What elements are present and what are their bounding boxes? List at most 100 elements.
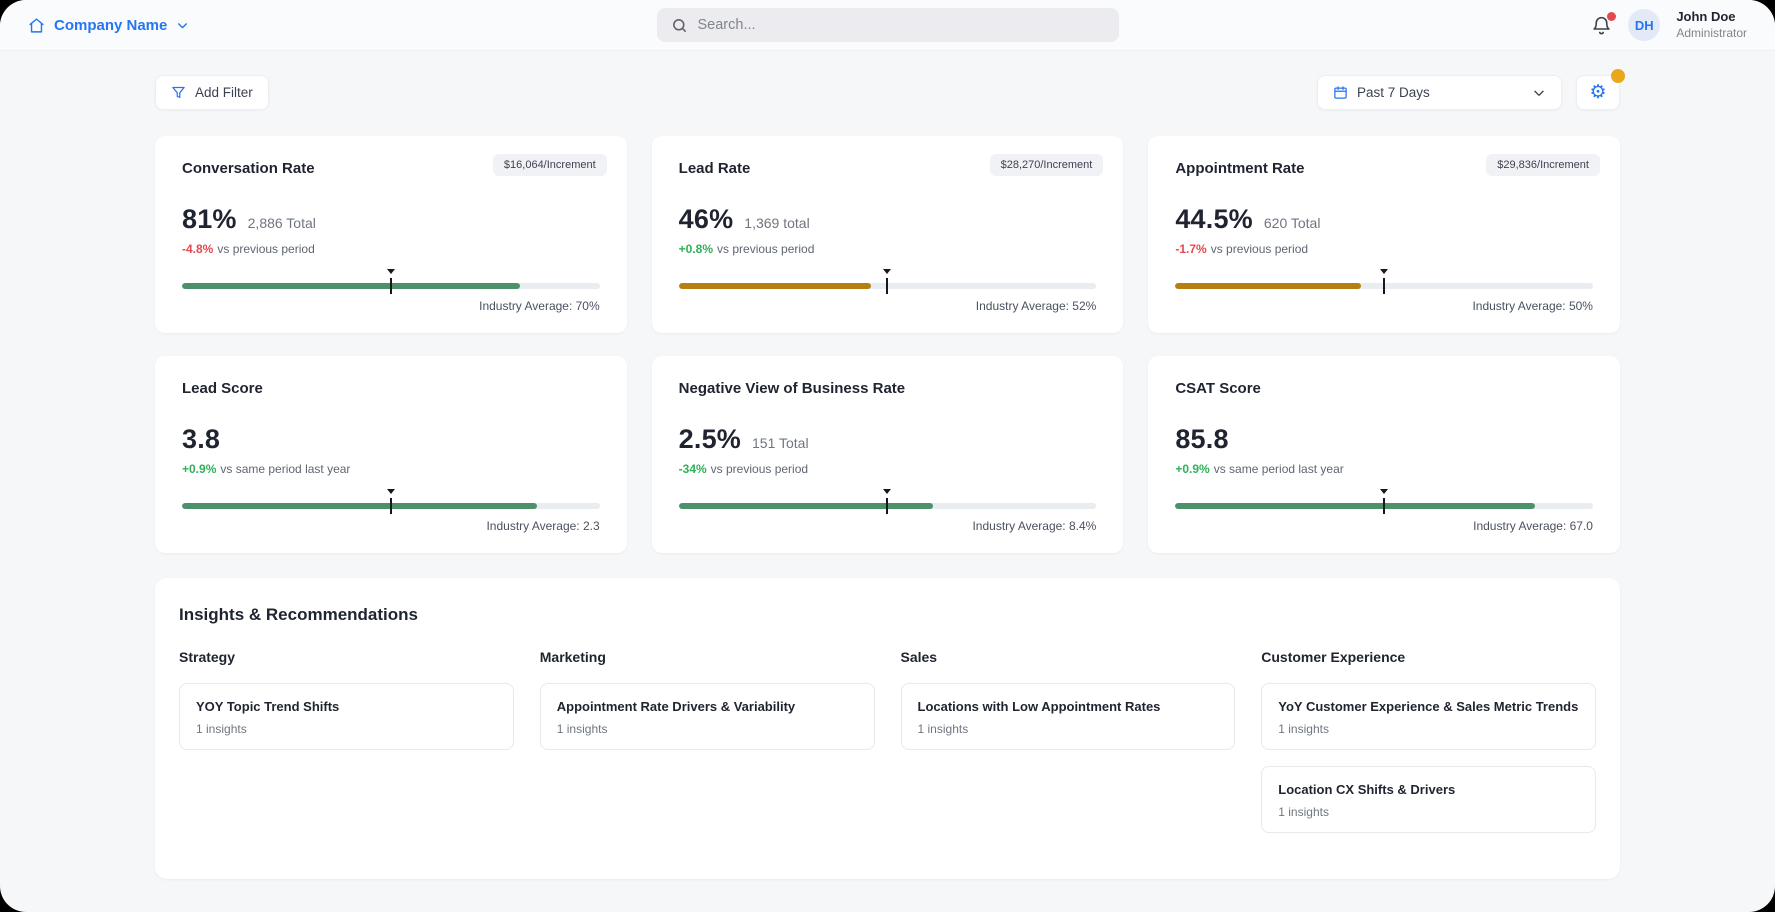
metric-value: 2.5% <box>679 424 741 455</box>
metric-progress-bar <box>679 283 1097 289</box>
metric-title: Negative View of Business Rate <box>679 380 1097 397</box>
column-label: Customer Experience <box>1261 649 1596 665</box>
insight-item[interactable]: Locations with Low Appointment Rates 1 i… <box>901 683 1236 750</box>
filter-funnel-icon <box>171 85 186 100</box>
insights-column-marketing: Marketing Appointment Rate Drivers & Var… <box>540 649 875 833</box>
metric-progress-bar <box>182 503 600 509</box>
calendar-icon <box>1333 85 1348 100</box>
filter-row: Add Filter Past 7 Days ⚙ <box>155 75 1620 110</box>
insight-title: Locations with Low Appointment Rates <box>918 699 1219 714</box>
metric-card-negative-view-rate: Negative View of Business Rate 2.5% 151 … <box>652 356 1124 553</box>
insight-count: 1 insights <box>196 722 497 736</box>
industry-average-label: Industry Average: 70% <box>182 299 600 313</box>
metric-card-appointment-rate: Appointment Rate $29,836/Increment 44.5%… <box>1148 136 1620 333</box>
insight-count: 1 insights <box>1278 805 1579 819</box>
industry-average-label: Industry Average: 52% <box>679 299 1097 313</box>
settings-button[interactable]: ⚙ <box>1576 75 1620 110</box>
metric-total: 2,886 Total <box>248 215 316 231</box>
notification-dot <box>1607 12 1616 21</box>
metric-progress-bar <box>679 503 1097 509</box>
search-bar[interactable] <box>657 8 1119 42</box>
industry-average-marker <box>883 269 891 294</box>
industry-average-label: Industry Average: 2.3 <box>182 519 600 533</box>
increment-badge: $28,270/Increment <box>990 154 1104 176</box>
chevron-down-icon <box>176 19 189 32</box>
metric-value: 85.8 <box>1175 424 1228 455</box>
metric-delta: +0.9%vs same period last year <box>1175 462 1593 476</box>
add-filter-button[interactable]: Add Filter <box>155 75 269 110</box>
insight-item[interactable]: YOY Topic Trend Shifts 1 insights <box>179 683 514 750</box>
metric-total: 1,369 total <box>744 215 809 231</box>
insight-title: YOY Topic Trend Shifts <box>196 699 497 714</box>
metric-value: 3.8 <box>182 424 220 455</box>
search-input[interactable] <box>698 17 1105 33</box>
column-label: Strategy <box>179 649 514 665</box>
insight-item[interactable]: Location CX Shifts & Drivers 1 insights <box>1261 766 1596 833</box>
column-label: Marketing <box>540 649 875 665</box>
insights-column-strategy: Strategy YOY Topic Trend Shifts 1 insigh… <box>179 649 514 833</box>
insight-item[interactable]: Appointment Rate Drivers & Variability 1… <box>540 683 875 750</box>
metric-value: 81% <box>182 204 237 235</box>
insight-count: 1 insights <box>918 722 1219 736</box>
industry-average-label: Industry Average: 67.0 <box>1175 519 1593 533</box>
insight-count: 1 insights <box>1278 722 1579 736</box>
metric-delta: -1.7%vs previous period <box>1175 242 1593 256</box>
insights-title: Insights & Recommendations <box>179 605 1596 625</box>
metric-progress-bar <box>1175 503 1593 509</box>
topbar: Company Name DH John Doe Administrator <box>0 0 1775 51</box>
metric-delta: +0.9%vs same period last year <box>182 462 600 476</box>
metric-delta: -4.8%vs previous period <box>182 242 600 256</box>
insights-grid: Strategy YOY Topic Trend Shifts 1 insigh… <box>179 649 1596 833</box>
company-name: Company Name <box>54 17 167 34</box>
notifications-button[interactable] <box>1591 15 1612 36</box>
industry-average-label: Industry Average: 8.4% <box>679 519 1097 533</box>
metric-delta: +0.8%vs previous period <box>679 242 1097 256</box>
company-selector[interactable]: Company Name <box>28 17 189 34</box>
insight-title: Appointment Rate Drivers & Variability <box>557 699 858 714</box>
column-label: Sales <box>901 649 1236 665</box>
insights-column-sales: Sales Locations with Low Appointment Rat… <box>901 649 1236 833</box>
date-range-dropdown[interactable]: Past 7 Days <box>1317 75 1562 110</box>
metric-value: 44.5% <box>1175 204 1253 235</box>
metric-delta: -34%vs previous period <box>679 462 1097 476</box>
avatar[interactable]: DH <box>1628 9 1660 41</box>
date-range-label: Past 7 Days <box>1357 85 1430 100</box>
increment-badge: $29,836/Increment <box>1486 154 1600 176</box>
metric-card-csat-score: CSAT Score 85.8 +0.9%vs same period last… <box>1148 356 1620 553</box>
metric-title: CSAT Score <box>1175 380 1593 397</box>
industry-average-marker <box>883 489 891 514</box>
metric-total: 620 Total <box>1264 215 1321 231</box>
increment-badge: $16,064/Increment <box>493 154 607 176</box>
metrics-grid: Conversation Rate $16,064/Increment 81% … <box>155 136 1620 553</box>
industry-average-marker <box>387 269 395 294</box>
industry-average-marker <box>1380 269 1388 294</box>
chevron-down-icon <box>1532 86 1546 100</box>
topbar-right: DH John Doe Administrator <box>1591 9 1747 41</box>
metric-progress-bar <box>182 283 600 289</box>
insight-count: 1 insights <box>557 722 858 736</box>
user-meta[interactable]: John Doe Administrator <box>1676 9 1747 40</box>
insights-section: Insights & Recommendations Strategy YOY … <box>155 578 1620 879</box>
user-role: Administrator <box>1676 26 1747 41</box>
add-filter-label: Add Filter <box>195 85 253 100</box>
industry-average-marker <box>1380 489 1388 514</box>
dashboard-screen: Company Name DH John Doe Administrator <box>0 0 1775 912</box>
insight-title: Location CX Shifts & Drivers <box>1278 782 1579 797</box>
metric-value: 46% <box>679 204 734 235</box>
filter-right: Past 7 Days ⚙ <box>1317 75 1620 110</box>
metric-total: 151 Total <box>752 435 809 451</box>
metric-card-conversation-rate: Conversation Rate $16,064/Increment 81% … <box>155 136 627 333</box>
industry-average-marker <box>387 489 395 514</box>
insight-title: YoY Customer Experience & Sales Metric T… <box>1278 699 1579 714</box>
metric-title: Lead Score <box>182 380 600 397</box>
gear-icon: ⚙ <box>1589 83 1606 102</box>
user-name: John Doe <box>1676 9 1747 25</box>
metric-card-lead-rate: Lead Rate $28,270/Increment 46% 1,369 to… <box>652 136 1124 333</box>
industry-average-label: Industry Average: 50% <box>1175 299 1593 313</box>
metric-card-lead-score: Lead Score 3.8 +0.9%vs same period last … <box>155 356 627 553</box>
metric-progress-bar <box>1175 283 1593 289</box>
settings-alert-dot <box>1611 69 1625 83</box>
search-icon <box>671 17 688 34</box>
insight-item[interactable]: YoY Customer Experience & Sales Metric T… <box>1261 683 1596 750</box>
insights-column-customer-experience: Customer Experience YoY Customer Experie… <box>1261 649 1596 833</box>
